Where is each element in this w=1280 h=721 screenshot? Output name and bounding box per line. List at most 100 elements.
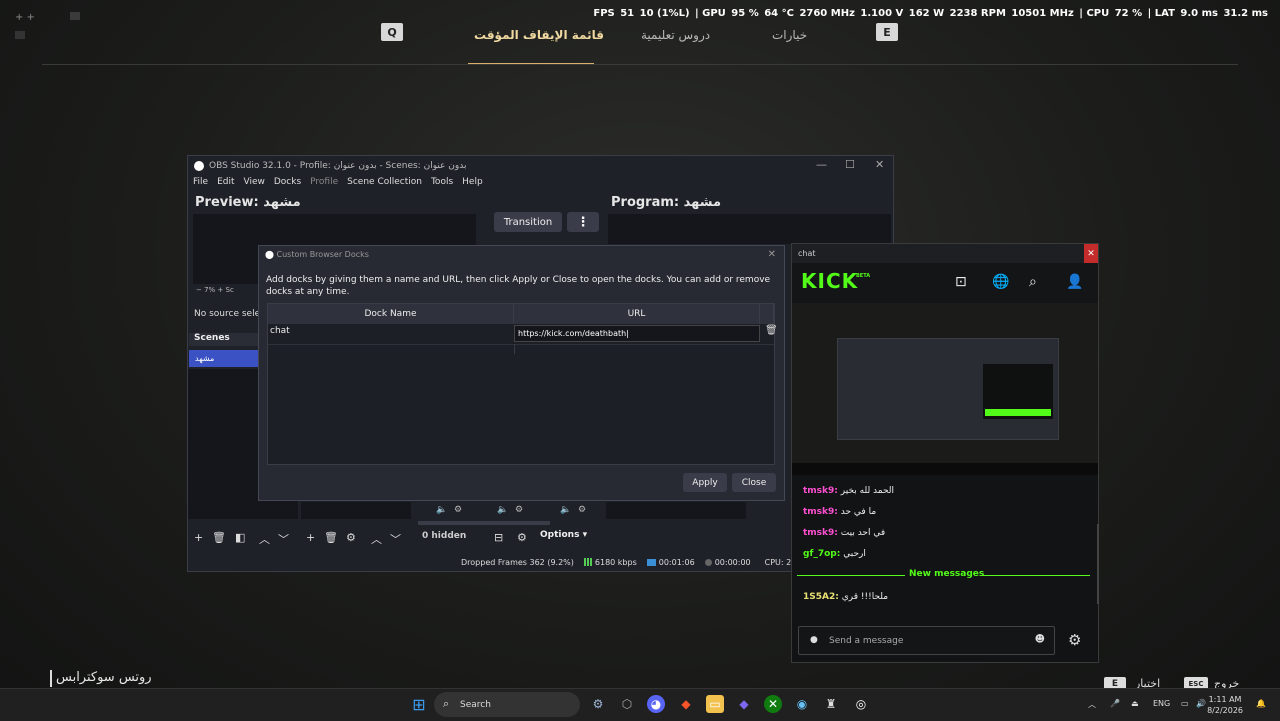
transition-menu-icon[interactable]: ⋮ — [567, 212, 599, 232]
settings-icon[interactable]: ⚙ — [515, 505, 523, 515]
column-header-name: Dock Name — [268, 304, 514, 324]
speaker-icon[interactable]: 🔈 — [497, 505, 508, 515]
app-launcher-icon[interactable]: ◆ — [735, 695, 753, 713]
row-divider — [268, 344, 774, 345]
menu-help[interactable]: Help — [462, 177, 483, 193]
discord-icon[interactable]: ◕ — [647, 695, 665, 713]
search-icon[interactable]: ⌕ — [1029, 274, 1037, 290]
steam-icon[interactable]: ◉ — [793, 695, 811, 713]
stream-icon — [646, 558, 656, 566]
move-down-icon[interactable]: ﹀ — [390, 531, 401, 547]
cpu-label: CPU — [1086, 8, 1110, 19]
preview-label: Preview: مشهد — [195, 195, 301, 210]
notification-icon[interactable]: 🔔 — [1256, 699, 1266, 708]
close-icon[interactable]: ✕ — [875, 158, 884, 171]
close-icon[interactable]: ✕ — [768, 249, 776, 260]
menu-tools[interactable]: Tools — [431, 177, 453, 193]
move-down-icon[interactable]: ﹀ — [278, 531, 289, 547]
send-message-input[interactable]: ● Send a message ☻ — [798, 626, 1055, 655]
app-icon[interactable]: ⬡ — [618, 695, 636, 713]
cpu-usage: 72 % — [1114, 8, 1143, 19]
globe-icon[interactable]: 🌐 — [992, 274, 1009, 290]
add-source-icon[interactable]: + — [306, 531, 315, 544]
chat-scrollbar[interactable] — [1097, 524, 1099, 604]
tab-options[interactable]: خيارات — [772, 28, 807, 42]
dropped-frames: Dropped Frames 362 (9.2%) — [461, 557, 574, 567]
language-indicator[interactable]: ENG — [1153, 699, 1170, 708]
divider — [42, 64, 1238, 65]
usb-icon[interactable]: ⏏ — [1131, 699, 1139, 708]
volume-icon[interactable]: 🔊 — [1196, 699, 1206, 708]
menu-view[interactable]: View — [244, 177, 265, 193]
tab-tutorials[interactable]: دروس تعليمية — [641, 28, 710, 42]
taskbar-search[interactable]: ⌕ Search — [434, 692, 580, 717]
maximize-icon[interactable]: ☐ — [845, 158, 855, 171]
brave-icon[interactable]: ◆ — [677, 695, 695, 713]
speaker-icon[interactable]: 🔈 — [436, 505, 447, 515]
zoom-controls[interactable]: − 7% + Sc — [196, 286, 234, 294]
move-up-icon[interactable]: ︿ — [371, 531, 382, 547]
scene-item[interactable]: مشهد — [189, 350, 259, 367]
stream-time: 00:01:06 — [658, 557, 695, 567]
user-icon[interactable]: 👤 — [1066, 274, 1083, 290]
dock-name-cell[interactable]: chat — [270, 326, 290, 336]
column-header-url: URL — [514, 304, 760, 324]
menu-scene-collection[interactable]: Scene Collection — [347, 177, 422, 193]
mixer-settings-icon[interactable]: ⚙ — [517, 531, 527, 544]
mixer-layout-icon[interactable]: ⊟ — [494, 531, 503, 544]
new-messages-divider — [797, 575, 905, 576]
column-divider — [514, 344, 515, 354]
windows-start-icon[interactable]: ⊞ — [410, 695, 428, 714]
settings-app-icon[interactable]: ⚙ — [589, 695, 607, 713]
apply-button[interactable]: Apply — [683, 473, 727, 492]
xbox-icon[interactable]: ✕ — [764, 695, 782, 713]
tab-pause-menu[interactable]: قائمة الإيقاف المؤقت — [474, 28, 604, 42]
close-icon[interactable]: ✕ — [1084, 244, 1098, 263]
emoji-icon[interactable]: ☻ — [1035, 634, 1045, 645]
game-icon[interactable]: ♜ — [822, 695, 840, 713]
minimize-icon[interactable]: — — [816, 158, 827, 171]
time: 1:11 AM — [1208, 695, 1242, 704]
following-icon[interactable]: ⊡ — [955, 274, 967, 290]
custom-browser-docks-dialog: ⬤ Custom Browser Docks ✕ Add docks by gi… — [258, 245, 785, 501]
fps-low: 10 (1%L) — [639, 8, 690, 19]
options-button[interactable]: Options ▾ — [540, 530, 587, 540]
menu-docks[interactable]: Docks — [274, 177, 301, 193]
remove-source-icon[interactable]: 🗑 — [324, 531, 338, 544]
menu-profile[interactable]: Profile — [310, 177, 338, 193]
settings-icon[interactable]: ⚙ — [454, 505, 462, 515]
close-button[interactable]: Close — [732, 473, 776, 492]
kick-logo[interactable]: KICK — [801, 269, 858, 293]
tray-overflow-icon[interactable]: ︿ — [1088, 699, 1096, 710]
source-properties-icon[interactable]: ⚙ — [346, 531, 356, 544]
taskbar-clock[interactable]: 1:11 AM 8/2/2026 — [1207, 694, 1243, 716]
add-scene-icon[interactable]: + — [194, 531, 203, 544]
speaker-icon[interactable]: 🔈 — [560, 505, 571, 515]
stream-preview[interactable] — [792, 303, 1098, 475]
file-explorer-icon[interactable]: ▭ — [706, 695, 724, 713]
overlay-mark — [70, 12, 80, 20]
menu-edit[interactable]: Edit — [217, 177, 234, 193]
key-q-badge: Q — [381, 23, 403, 41]
delete-row-icon[interactable]: 🗑 — [765, 325, 778, 336]
move-up-icon[interactable]: ︿ — [259, 531, 270, 547]
gpu-voltage: 1.100 V — [860, 8, 904, 19]
transition-button[interactable]: Transition — [494, 212, 562, 232]
gpu-temp: 64 °C — [764, 8, 794, 19]
settings-icon[interactable]: ⚙ — [578, 505, 586, 515]
dock-url-input[interactable]: https://kick.com/deathbath | — [514, 325, 760, 342]
overlay-indicator: + + — [15, 12, 35, 23]
obs-taskbar-icon[interactable]: ◎ — [852, 695, 870, 713]
scene-filter-icon[interactable]: ◧ — [235, 531, 245, 544]
network-icon[interactable]: ▭ — [1181, 699, 1189, 708]
menu-file[interactable]: File — [193, 177, 208, 193]
gpu-usage: 95 % — [731, 8, 759, 19]
volume-slider[interactable] — [418, 521, 550, 525]
chat-message: tmsk9: ما في حد — [803, 507, 877, 517]
chat-settings-icon[interactable]: ⚙ — [1068, 631, 1081, 649]
chat-message: tmsk9: الحمد لله بخير — [803, 486, 895, 496]
microphone-icon[interactable]: 🎤 — [1110, 699, 1120, 708]
program-canvas — [608, 214, 891, 244]
chat-dock-window: chat ✕ KICK BETA ⊡ 🌐 ⌕ 👤 tmsk9: الحمد لل… — [791, 243, 1099, 663]
remove-scene-icon[interactable]: 🗑 — [212, 531, 226, 544]
